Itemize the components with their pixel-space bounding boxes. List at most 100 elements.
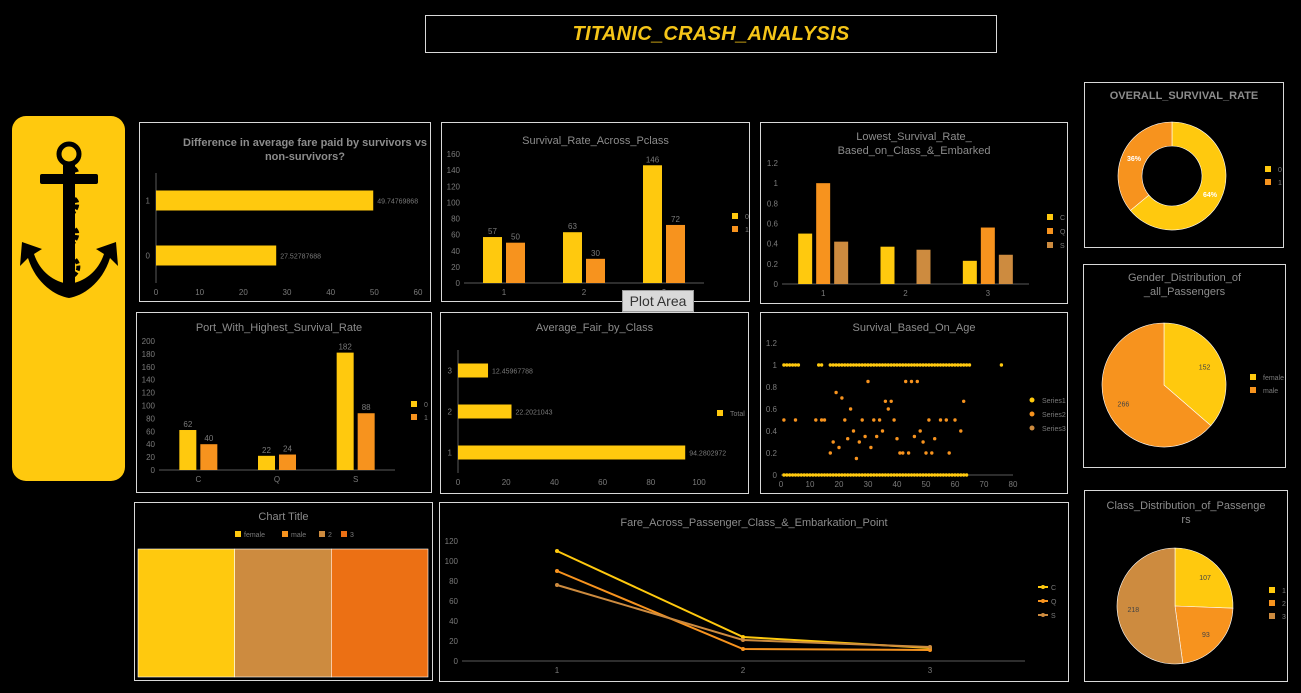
plot-area-tooltip: Plot Area <box>622 290 694 312</box>
scatter-point <box>799 473 803 477</box>
avg-fare-panel[interactable]: Average_Fair_by_Class 0 20 40 60 80 100 1 94.28… <box>440 312 749 494</box>
scatter-point <box>869 473 873 477</box>
legend-label: 3 <box>1282 614 1286 621</box>
scatter-point <box>877 418 882 422</box>
scatter-point <box>953 363 957 367</box>
y-tick-label: 0 <box>773 471 778 480</box>
legend-label: female <box>1263 375 1284 382</box>
data-label: 62 <box>183 420 192 429</box>
bar <box>563 232 582 283</box>
scatter-point <box>927 418 931 422</box>
scatter-point <box>857 440 861 444</box>
scatter-point <box>921 363 925 367</box>
x-tick-label: 70 <box>980 480 989 489</box>
y-tick-label: 40 <box>146 440 155 449</box>
class-distribution-chart: 107 93 218 1 2 3 <box>1116 547 1286 665</box>
data-label: 57 <box>488 227 497 236</box>
y-tick-label: 100 <box>445 557 459 566</box>
data-label: 22.2021043 <box>516 410 553 417</box>
scatter-point <box>851 429 856 433</box>
scatter-point <box>848 473 853 477</box>
gender-distribution-panel[interactable]: Gender_Distribution_of _all_Passengers 1… <box>1083 264 1286 468</box>
scatter-point <box>846 437 850 441</box>
x-tick-label: 10 <box>195 288 204 297</box>
y-tick-label: 2 <box>448 408 453 417</box>
scatter-point <box>860 363 864 367</box>
legend-marker <box>1269 600 1275 606</box>
overall-survival-panel[interactable]: OVERALL_SURVIVAL_RATE 64% 36% 0 1 <box>1084 82 1284 248</box>
data-label: 93 <box>1202 632 1210 639</box>
lowest-survival-panel[interactable]: Lowest_Survival_Rate_ Based_on_Class_&_E… <box>760 122 1068 304</box>
scatter-point <box>915 379 919 384</box>
scatter-point <box>825 473 830 477</box>
scatter-point <box>837 363 841 367</box>
scatter-point <box>863 363 867 367</box>
fare-difference-panel[interactable]: Difference in average fare paid by survi… <box>139 122 431 302</box>
x-tick-label: 60 <box>598 478 607 487</box>
series-point <box>741 647 745 651</box>
scatter-point <box>962 363 966 367</box>
scatter-point <box>909 473 914 477</box>
bar <box>980 227 995 284</box>
scatter-point <box>880 473 885 477</box>
bar <box>506 242 525 283</box>
scatter-point <box>811 473 815 477</box>
scatter-point <box>869 363 873 367</box>
y-tick-label: 1 <box>773 361 778 370</box>
y-tick-label: 0 <box>146 252 151 261</box>
x-tick-label: 1 <box>555 666 560 675</box>
bar <box>156 245 277 266</box>
scatter-point <box>886 473 890 477</box>
data-label: 266 <box>1118 402 1130 409</box>
data-label: 63 <box>568 222 577 231</box>
scatter-point <box>918 429 922 433</box>
scatter-point <box>959 473 963 477</box>
scatter-point <box>927 363 931 367</box>
legend-label: male <box>291 532 306 539</box>
bar <box>962 260 977 284</box>
scatter-point <box>819 473 824 477</box>
port-survival-panel[interactable]: Port_With_Highest_Survival_Rate 0 20 40 60 8… <box>136 312 432 493</box>
chart-title-panel[interactable]: Chart Title female male 2 3 <box>134 502 433 681</box>
class-distribution-panel[interactable]: Class_Distribution_of_Passengers 107 93 21… <box>1084 490 1288 682</box>
scatter-point <box>959 429 963 433</box>
scatter-point <box>950 363 954 367</box>
legend-label: Series3 <box>1042 426 1066 433</box>
scatter-point <box>793 418 798 422</box>
survival-pclass-panel[interactable]: Survival_Rate_Across_Pclass 0 20 40 60 80 100… <box>441 122 750 302</box>
scatter-point <box>912 473 917 477</box>
scatter-point <box>857 473 861 477</box>
legend-label: 0 <box>745 214 749 221</box>
scatter-point <box>822 418 827 422</box>
scatter-point <box>889 363 893 367</box>
y-tick-label: 0.4 <box>766 427 778 436</box>
fare-class-embark-panel[interactable]: Fare_Across_Passenger_Class_&_Embarkatio… <box>439 502 1069 682</box>
series-point <box>555 549 559 553</box>
x-tick-label: 3 <box>986 289 991 298</box>
bar <box>834 241 849 284</box>
scatter-point <box>828 473 832 477</box>
scatter-point <box>788 473 792 477</box>
scatter-point <box>790 473 795 477</box>
scatter-point <box>796 473 801 477</box>
scatter-point <box>962 473 966 477</box>
scatter-point <box>912 434 917 439</box>
data-label: 146 <box>646 155 660 164</box>
survival-age-panel[interactable]: Survival_Based_On_Age 0 0.2 0.4 0.6 0.8 1 1.2 0… <box>760 312 1068 494</box>
scatter-point <box>906 451 911 455</box>
scatter-point <box>793 473 798 477</box>
scatter-point <box>944 418 948 422</box>
x-tick-label: 2 <box>582 288 587 297</box>
fare-class-embark-chart: 0 20 40 60 80 100 120 1 2 3 CQS <box>445 537 1057 675</box>
x-tick-label: 1 <box>502 288 507 297</box>
legend-label: Q <box>1060 229 1066 236</box>
legend-label: 1 <box>1282 588 1286 595</box>
scatter-point <box>863 473 867 477</box>
scatter-point <box>782 418 786 422</box>
bar <box>798 233 813 284</box>
scatter-point <box>941 473 946 477</box>
x-tick-label: 20 <box>835 480 844 489</box>
scatter-point <box>866 473 870 477</box>
scatter-point <box>834 363 838 367</box>
scatter-point <box>935 363 940 367</box>
